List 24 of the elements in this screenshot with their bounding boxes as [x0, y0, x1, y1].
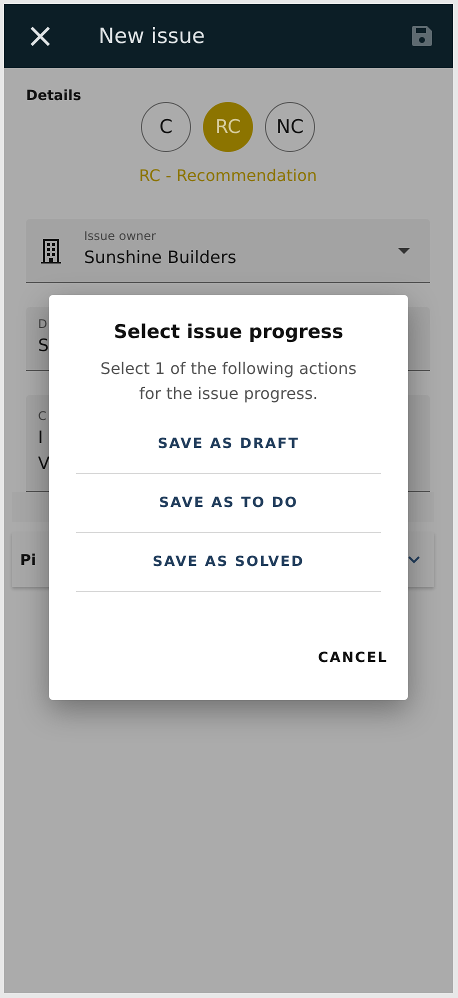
category-toggle[interactable]: NC	[265, 102, 315, 152]
field-label: D	[38, 317, 48, 332]
dropdown-arrow-icon	[398, 248, 410, 254]
field-label: Issue owner	[84, 229, 156, 244]
building-icon	[40, 238, 62, 264]
section-heading: Details	[26, 88, 82, 104]
category-caption: RC - Recommendation	[138, 166, 318, 185]
close-button[interactable]: ×	[26, 19, 54, 53]
field-value: S	[38, 335, 49, 358]
dialog-action-button[interactable]: SAVE AS TO DO	[76, 474, 381, 533]
field-value: Sunshine Builders	[84, 247, 236, 270]
dialog-title: Select issue progress	[114, 321, 344, 343]
save-icon[interactable]	[411, 25, 433, 47]
dialog-action-button[interactable]: SAVE AS DRAFT	[76, 414, 381, 474]
dialog-action-button[interactable]: SAVE AS SOLVED	[76, 532, 381, 592]
category-toggle[interactable]: C	[141, 102, 191, 152]
field-label: C	[38, 409, 46, 423]
section-title: Pi	[20, 550, 36, 568]
field-value: I V	[38, 427, 50, 476]
screen-title: New issue	[98, 24, 206, 48]
cancel-button[interactable]: CANCEL	[312, 644, 394, 672]
dropdown-field[interactable]: Issue owner Sunshine Builders	[26, 219, 430, 283]
chevron-icon	[408, 556, 420, 564]
dialog-message: Select 1 of the following actions for the issue progress.	[99, 358, 358, 405]
